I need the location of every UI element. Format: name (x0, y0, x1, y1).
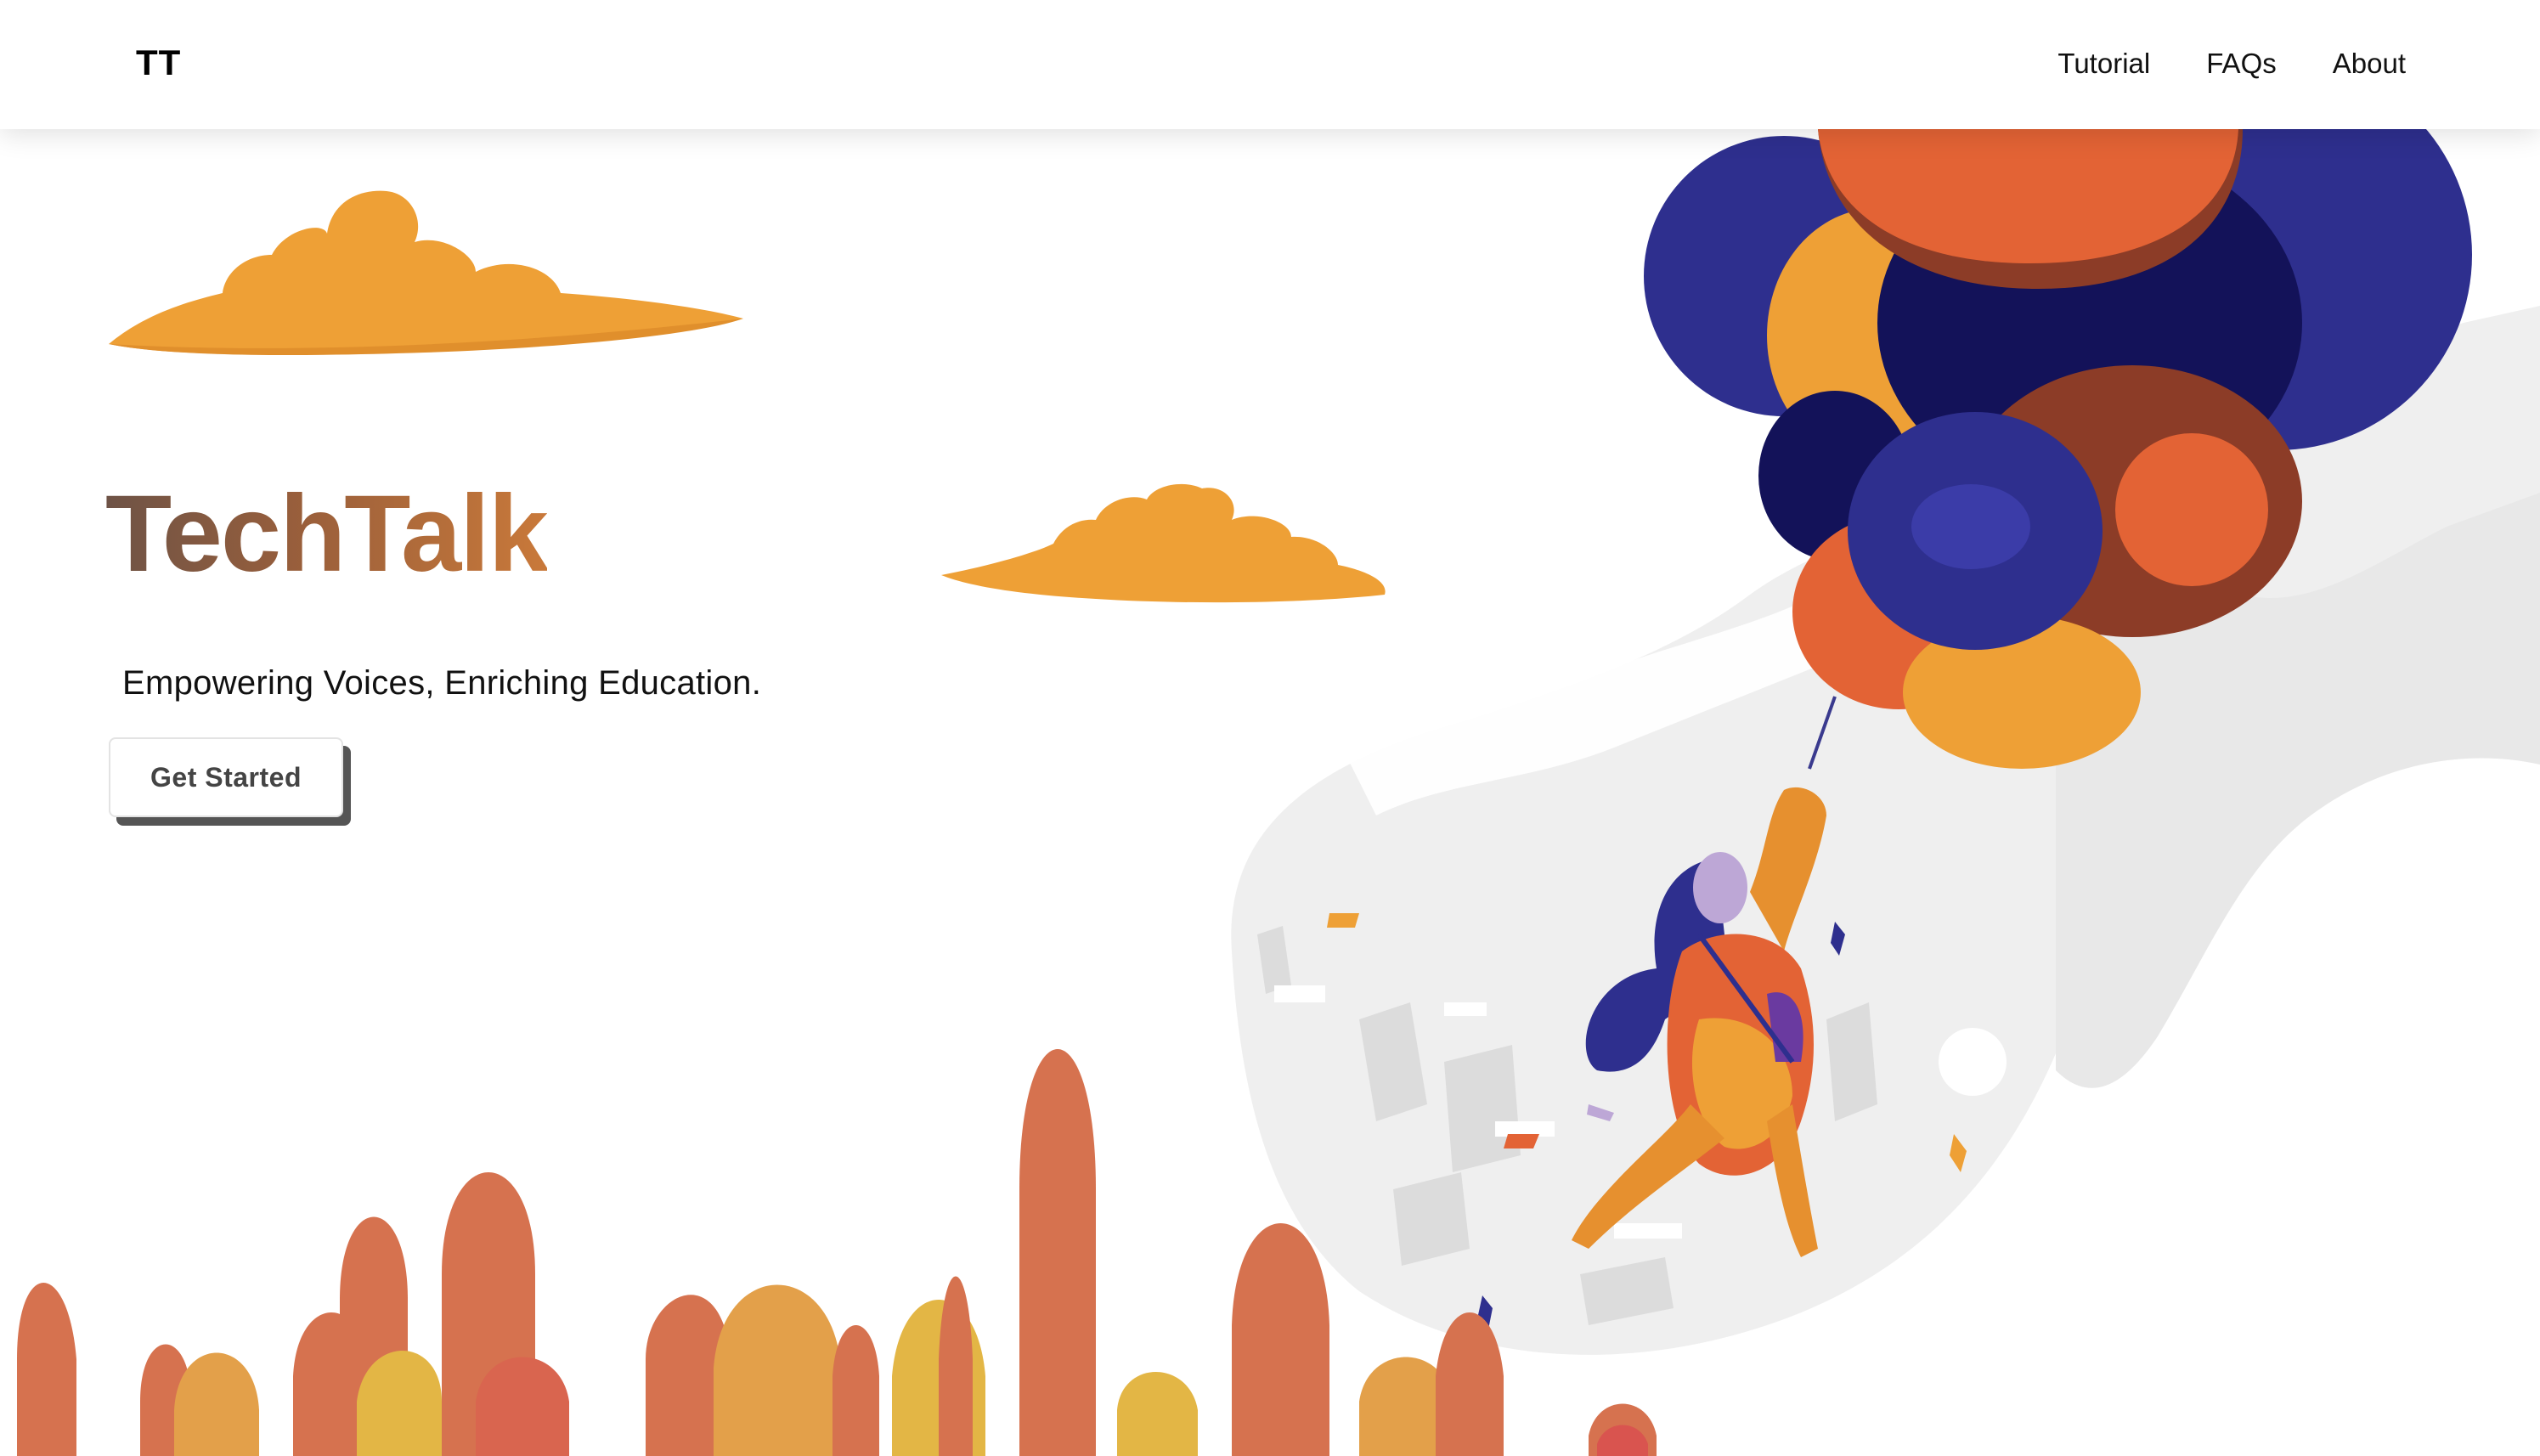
cloud-left (109, 190, 743, 355)
hero-title: TechTalk (105, 473, 549, 595)
top-navbar: TT Tutorial FAQs About (0, 0, 2540, 129)
hero-illustration (17, 59, 2540, 1456)
nav-links: Tutorial FAQs About (2057, 48, 2406, 80)
cloud-middle (941, 483, 1386, 603)
nav-link-tutorial[interactable]: Tutorial (2057, 48, 2150, 80)
hero-tagline: Empowering Voices, Enriching Education. (122, 664, 762, 702)
nav-link-faqs[interactable]: FAQs (2206, 48, 2277, 80)
logo[interactable]: TT (136, 42, 181, 83)
nav-link-about[interactable]: About (2333, 48, 2406, 80)
moon-circle (1939, 1028, 2007, 1096)
get-started-button[interactable]: Get Started (109, 737, 343, 817)
